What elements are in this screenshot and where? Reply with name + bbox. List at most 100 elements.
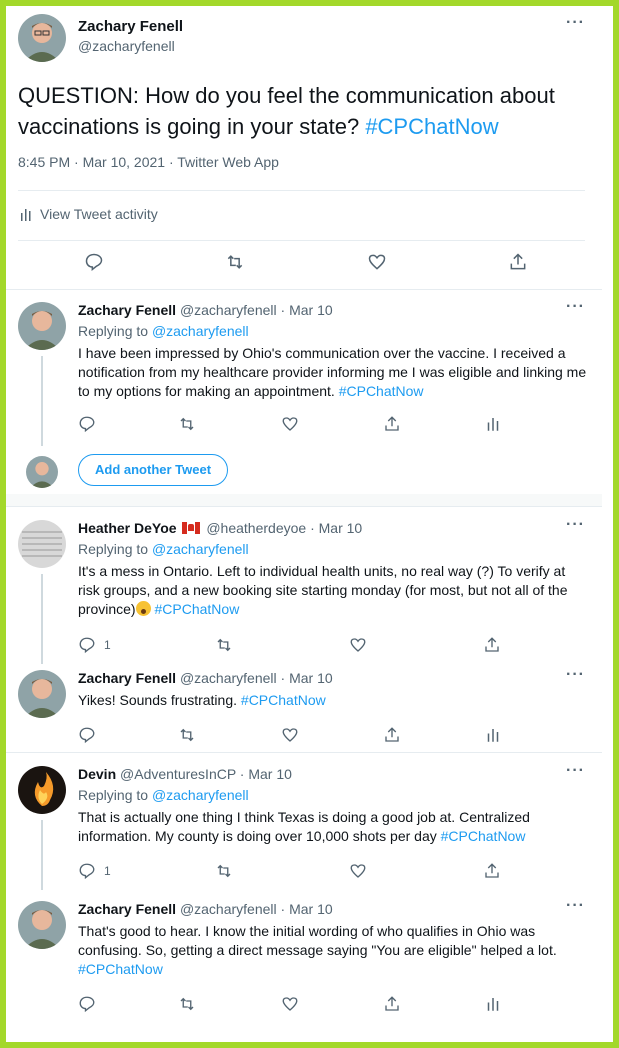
reply-text-body: I have been impressed by Ohio's communic… [78,345,587,399]
main-tweet: Zachary Fenell @zacharyfenell ··· QUESTI… [6,6,613,289]
handle-date[interactable]: @zacharyfenell · Mar 10 [180,302,333,318]
reply-text-body: That's good to hear. I know the initial … [78,923,557,958]
reply-icon[interactable] [84,252,104,272]
thread-line [41,820,43,890]
author-name[interactable]: Heather DeYoe [78,520,177,536]
share-icon[interactable] [383,726,401,744]
reply-icon [78,415,96,433]
handle-date[interactable]: @zacharyfenell · Mar 10 [180,901,333,917]
retweet-icon[interactable] [178,726,196,744]
tweet-actions [78,415,518,439]
replying-label: Replying to [78,787,152,803]
handle-date[interactable]: @AdventuresInCP · Mar 10 [120,766,292,782]
more-options-icon[interactable]: ··· [566,298,585,316]
reply-action[interactable]: 1 [78,862,111,880]
hashtag-link[interactable]: #CPChatNow [339,383,424,399]
analytics-icon[interactable] [484,415,502,433]
more-options-icon[interactable]: ··· [566,516,585,534]
replying-label: Replying to [78,323,152,339]
astonished-face-icon [135,601,151,616]
author-name[interactable]: Zachary Fenell [78,670,176,686]
reply-text-body: It's a mess in Ontario. Left to individu… [78,563,568,617]
retweet-icon[interactable] [178,415,196,433]
hashtag-link[interactable]: #CPChatNow [78,961,163,977]
avatar[interactable] [18,520,66,568]
more-options-icon[interactable]: ··· [566,14,585,32]
hashtag-link[interactable]: #CPChatNow [441,828,526,844]
hashtag-link[interactable]: #CPChatNow [154,601,239,617]
retweet-icon[interactable] [215,636,233,654]
replying-to: Replying to @zacharyfenell [78,323,249,339]
author-name[interactable]: Zachary Fenell [78,302,176,318]
add-another-tweet-button[interactable]: Add another Tweet [78,454,229,486]
reply-action[interactable]: 1 [78,636,111,654]
share-icon[interactable] [483,862,501,880]
share-icon[interactable] [483,636,501,654]
more-options-icon[interactable]: ··· [566,762,585,780]
reply-action[interactable] [78,726,104,744]
reply-tweet[interactable]: Zachary Fenell @zacharyfenell · Mar 10 ·… [6,666,602,750]
like-icon[interactable] [349,862,367,880]
reply-tweet[interactable]: Zachary Fenell @zacharyfenell · Mar 10 ·… [6,897,602,1026]
mention-link[interactable]: @zacharyfenell [152,323,249,339]
avatar[interactable] [18,302,66,350]
retweet-icon[interactable] [178,995,196,1013]
mention-link[interactable]: @zacharyfenell [152,787,249,803]
divider [6,506,602,507]
reply-action[interactable] [78,995,104,1013]
canada-flag-icon [182,522,201,534]
share-icon[interactable] [383,995,401,1013]
author-handle[interactable]: @zacharyfenell [78,38,175,54]
avatar[interactable] [18,14,66,62]
share-icon[interactable] [508,252,528,272]
analytics-icon [20,207,34,221]
avatar[interactable] [18,670,66,718]
reply-tweet[interactable]: Zachary Fenell @zacharyfenell · Mar 10 ·… [6,298,602,447]
more-options-icon[interactable]: ··· [566,897,585,915]
tweet-thread: Zachary Fenell @zacharyfenell ··· QUESTI… [6,6,613,1042]
avatar[interactable] [18,901,66,949]
avatar [26,456,58,488]
replying-label: Replying to [78,541,152,557]
more-options-icon[interactable]: ··· [566,666,585,684]
reply-header: Zachary Fenell @zacharyfenell · Mar 10 [78,901,333,917]
tweet-actions [78,726,518,750]
like-icon[interactable] [349,636,367,654]
avatar[interactable] [18,766,66,814]
handle-date[interactable]: @zacharyfenell · Mar 10 [180,670,333,686]
author-name[interactable]: Zachary Fenell [78,901,176,917]
reply-tweet[interactable]: Devin @AdventuresInCP · Mar 10 ··· Reply… [6,762,602,890]
like-icon[interactable] [281,995,299,1013]
like-icon[interactable] [367,252,387,272]
tweet-actions: 1 [78,636,518,660]
handle-date[interactable]: @heatherdeyoe · Mar 10 [206,520,362,536]
tweet-actions [18,248,598,278]
like-icon[interactable] [281,726,299,744]
retweet-icon[interactable] [225,252,245,272]
share-icon[interactable] [383,415,401,433]
reply-icon [78,995,96,1013]
divider [6,289,602,290]
tweet-timestamp[interactable]: 8:45 PM · Mar 10, 2021 · Twitter Web App [18,154,279,170]
reply-icon [78,862,96,880]
retweet-icon[interactable] [215,862,233,880]
analytics-icon[interactable] [484,995,502,1013]
thread-line [41,356,43,446]
author-name[interactable]: Zachary Fenell [78,18,183,35]
hashtag-link[interactable]: #CPChatNow [365,114,498,139]
reply-tweet[interactable]: Heather DeYoe @heatherdeyoe · Mar 10 ···… [6,516,602,664]
like-icon[interactable] [281,415,299,433]
reply-text: That's good to hear. I know the initial … [78,922,588,979]
hashtag-link[interactable]: #CPChatNow [241,692,326,708]
reply-action[interactable] [78,415,104,433]
section-gap [6,494,602,506]
reply-text: That is actually one thing I think Texas… [78,808,588,846]
replying-to: Replying to @zacharyfenell [78,541,249,557]
tweet-actions [78,995,518,1019]
tweet-actions: 1 [78,862,518,886]
view-tweet-activity[interactable]: View Tweet activity [20,206,158,222]
mention-link[interactable]: @zacharyfenell [152,541,249,557]
author-name[interactable]: Devin [78,766,116,782]
add-another-tweet-row: Add another Tweet [6,450,602,492]
analytics-icon[interactable] [484,726,502,744]
